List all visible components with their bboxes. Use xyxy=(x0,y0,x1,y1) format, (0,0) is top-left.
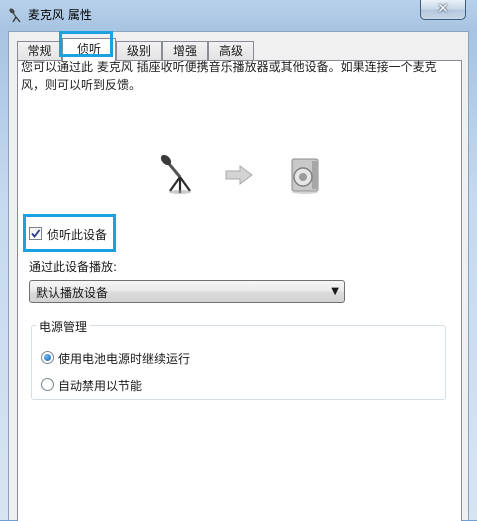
radio-label-auto-disable: 自动禁用以节能 xyxy=(58,379,143,393)
window-title: 麦克风 属性 xyxy=(28,8,92,22)
checkmark-icon xyxy=(31,229,41,238)
listen-description: 您可以通过此 麦克风 插座收听便携音乐播放器或其他设备。如果连接一个麦克风，则可… xyxy=(21,60,437,92)
radio-auto-disable[interactable] xyxy=(41,378,54,391)
speaker-icon xyxy=(291,158,319,194)
playback-device-value: 默认播放设备 xyxy=(36,286,109,300)
power-management-label: 电源管理 xyxy=(36,318,91,335)
playback-device-dropdown[interactable]: 默认播放设备 ▼ xyxy=(29,280,345,303)
properties-window: 麦克风 属性 ✕ 常规 侦听 级别 增强 高级 您可以通过此 麦克风 插座收听便… xyxy=(0,0,477,521)
close-icon: ✕ xyxy=(437,1,449,17)
listen-device-label: 侦听此设备 xyxy=(47,228,108,242)
microphone-title-icon xyxy=(9,8,21,23)
dialog-client-area: 常规 侦听 级别 增强 高级 xyxy=(8,31,469,521)
radio-continue-on-battery[interactable] xyxy=(41,351,54,364)
icons-row xyxy=(160,155,319,194)
close-button[interactable]: ✕ xyxy=(420,0,466,20)
radio-label-continue-on-battery: 使用电池电源时继续运行 xyxy=(58,352,191,366)
arrow-right-icon xyxy=(225,165,253,185)
playback-through-label: 通过此设备播放: xyxy=(29,260,118,274)
microphone-icon xyxy=(160,155,191,194)
chevron-down-icon: ▼ xyxy=(331,286,339,297)
tab-highlight-box xyxy=(59,31,113,57)
listen-device-checkbox[interactable] xyxy=(29,227,42,240)
